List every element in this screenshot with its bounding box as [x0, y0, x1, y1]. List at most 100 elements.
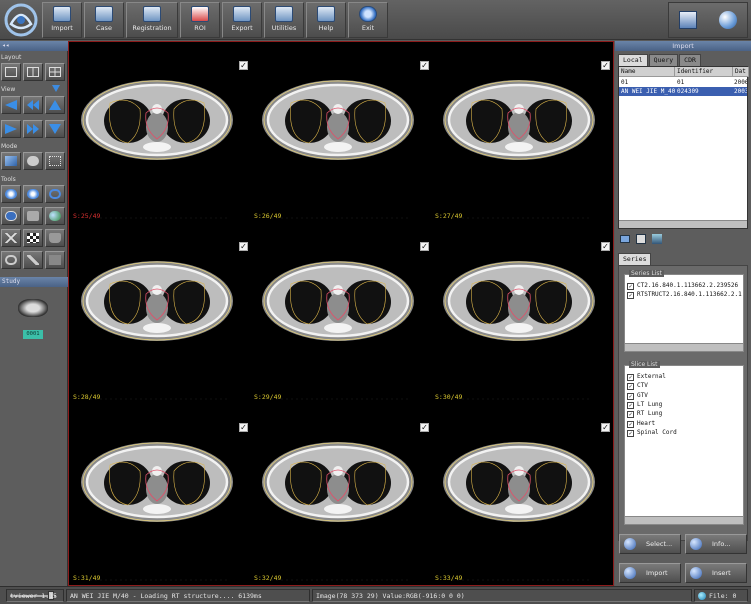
mode-skull-button[interactable] — [23, 152, 43, 170]
table-row[interactable]: AN WEI JIE M_40 024309 2003 — [619, 87, 747, 96]
slice-select-checkbox[interactable]: ✓ — [420, 61, 429, 70]
view-fast-forward-button[interactable] — [23, 120, 43, 138]
series-item[interactable]: ✓ CT2.16.840.1.113662.2.239526 — [627, 281, 738, 290]
slice-list-box[interactable]: Slice List ✓ External ✓ CTV ✓ GTV ✓ LT Lung ✓ RT … — [624, 361, 744, 525]
ct-slice-cell[interactable]: ✓ S:33/49 — [432, 405, 613, 585]
toolbar-exit-button[interactable]: Exit — [348, 2, 388, 38]
structure-item[interactable]: ✓ RT Lung — [627, 409, 662, 419]
ct-slice-cell[interactable]: ✓ S:29/49 — [251, 224, 432, 404]
slice-select-checkbox[interactable]: ✓ — [420, 423, 429, 432]
slice-select-checkbox[interactable]: ✓ — [601, 423, 610, 432]
slice-number-label: S:33/49 — [435, 574, 463, 582]
slice-select-checkbox[interactable]: ✓ — [601, 242, 610, 251]
insert-button[interactable]: Insert — [685, 563, 747, 583]
import-table-scrollbar[interactable] — [619, 220, 747, 228]
structure-item[interactable]: ✓ Spinal Cord — [627, 428, 677, 437]
tab-local[interactable]: Local — [618, 54, 648, 66]
structure-checkbox[interactable]: ✓ — [627, 411, 634, 419]
tab-cdr[interactable]: CDR — [679, 54, 701, 66]
toolbar-utilities-button[interactable]: Utilities — [264, 2, 304, 38]
structure-item[interactable]: ✓ LT Lung — [627, 400, 662, 409]
hand-icon[interactable] — [45, 229, 65, 247]
ct-slice-cell[interactable]: ✓ S:27/49 — [432, 43, 613, 223]
toolbar-import-button[interactable]: Import — [42, 2, 82, 38]
view-down-button[interactable] — [45, 120, 65, 138]
rotate-globe-icon[interactable] — [45, 207, 65, 225]
import-button[interactable]: Import — [619, 563, 681, 583]
structure-checkbox[interactable]: ✓ — [627, 429, 634, 437]
structure-item[interactable]: ✓ GTV — [627, 391, 648, 400]
series-checkbox[interactable]: ✓ — [627, 283, 634, 290]
layout-2x2-button[interactable] — [45, 63, 65, 81]
structure-item[interactable]: ✓ CTV — [627, 381, 648, 391]
mode-select-button[interactable] — [1, 152, 21, 170]
reset-icon[interactable] — [1, 251, 21, 269]
slice-select-checkbox[interactable]: ✓ — [239, 423, 248, 432]
toolbar-export-button[interactable]: Export — [222, 2, 262, 38]
image-viewer-grid[interactable]: ✓ S:25/49 ✓ S:26/49 ✓ S:27/49 ✓ S:28/49 ✓ S:29/49… — [68, 41, 614, 586]
ct-slice-cell[interactable]: ✓ S:32/49 — [251, 405, 432, 585]
tab-query[interactable]: Query — [648, 54, 679, 66]
zoom-in-icon[interactable] — [1, 185, 21, 203]
checkerboard-icon[interactable] — [23, 229, 43, 247]
left-panel-header[interactable]: ◂◂ — [0, 41, 68, 51]
table-row[interactable]: 01 01 2006 — [619, 78, 747, 87]
series-list-scrollbar[interactable] — [625, 343, 743, 351]
slice-list-scrollbar[interactable] — [625, 516, 743, 524]
tab-series[interactable]: Series — [618, 253, 652, 265]
column-header-date[interactable]: Dat — [733, 67, 749, 77]
window-layout-button[interactable] — [679, 11, 697, 29]
view-arrow-down-icon[interactable] — [52, 85, 60, 92]
series-checkbox[interactable]: ✓ — [627, 292, 634, 299]
pan-icon[interactable] — [23, 207, 43, 225]
layout-1x2-button[interactable] — [23, 63, 43, 81]
slice-select-checkbox[interactable]: ✓ — [239, 242, 248, 251]
crosshair-icon[interactable] — [1, 229, 21, 247]
network-icon[interactable] — [636, 234, 646, 244]
structure-item[interactable]: ✓ External — [627, 372, 666, 381]
structure-checkbox[interactable]: ✓ — [627, 401, 634, 409]
ct-slice-cell[interactable]: ✓ S:30/49 — [432, 224, 613, 404]
status-file-count-text: File: 0 — [709, 592, 737, 600]
layout-1x1-button[interactable] — [1, 63, 21, 81]
series-item[interactable]: ✓ RTSTRUCT2.16.840.1.113662.2.1 — [627, 290, 742, 299]
view-previous-button[interactable] — [1, 96, 21, 114]
view-rewind-button[interactable] — [23, 96, 43, 114]
ct-slice-cell[interactable]: ✓ S:26/49 — [251, 43, 432, 223]
folder-icon[interactable] — [620, 235, 630, 243]
study-thumbnail[interactable] — [18, 299, 48, 317]
structure-checkbox[interactable]: ✓ — [627, 420, 634, 428]
zoom-fit-icon[interactable] — [45, 185, 65, 203]
toolbar-help-button[interactable]: Help — [306, 2, 346, 38]
ct-slice-cell[interactable]: ✓ S:25/49 — [70, 43, 251, 223]
structure-checkbox[interactable]: ✓ — [627, 383, 634, 391]
structure-item[interactable]: ✓ Heart — [627, 419, 655, 428]
zoom-out-icon[interactable] — [23, 185, 43, 203]
mode-grid-button[interactable] — [45, 152, 65, 170]
ct-slice-image — [443, 80, 595, 219]
select-button[interactable]: Select... — [619, 534, 681, 554]
series-list-box[interactable]: Series List ✓ CT2.16.840.1.113662.2.23952… — [624, 270, 744, 352]
globe-icon[interactable] — [719, 11, 737, 29]
slice-select-checkbox[interactable]: ✓ — [420, 242, 429, 251]
slice-select-checkbox[interactable]: ✓ — [239, 61, 248, 70]
toolbar-button-label: Exit — [361, 24, 375, 32]
ct-slice-cell[interactable]: ✓ S:28/49 — [70, 224, 251, 404]
view-play-button[interactable] — [1, 120, 21, 138]
toolbar-roi-button[interactable]: ROI — [180, 2, 220, 38]
column-header-name[interactable]: Name — [619, 67, 675, 77]
structure-checkbox[interactable]: ✓ — [627, 374, 634, 381]
brush-icon[interactable] — [45, 251, 65, 269]
ct-slice-cell[interactable]: ✓ S:31/49 — [70, 405, 251, 585]
toolbar-registration-button[interactable]: Registration — [126, 2, 178, 38]
slice-select-checkbox[interactable]: ✓ — [601, 61, 610, 70]
import-study-table[interactable]: Name Identifier Dat 01 01 2006 AN WEI JIE M… — [618, 66, 749, 229]
column-header-identifier[interactable]: Identifier — [675, 67, 733, 77]
info-button[interactable]: Info... — [685, 534, 747, 554]
dicom-node-icon[interactable] — [652, 234, 662, 244]
structure-checkbox[interactable]: ✓ — [627, 392, 634, 400]
wrench-icon[interactable] — [23, 251, 43, 269]
window-level-icon[interactable] — [1, 207, 21, 225]
toolbar-case-button[interactable]: Case — [84, 2, 124, 38]
view-up-button[interactable] — [45, 96, 65, 114]
